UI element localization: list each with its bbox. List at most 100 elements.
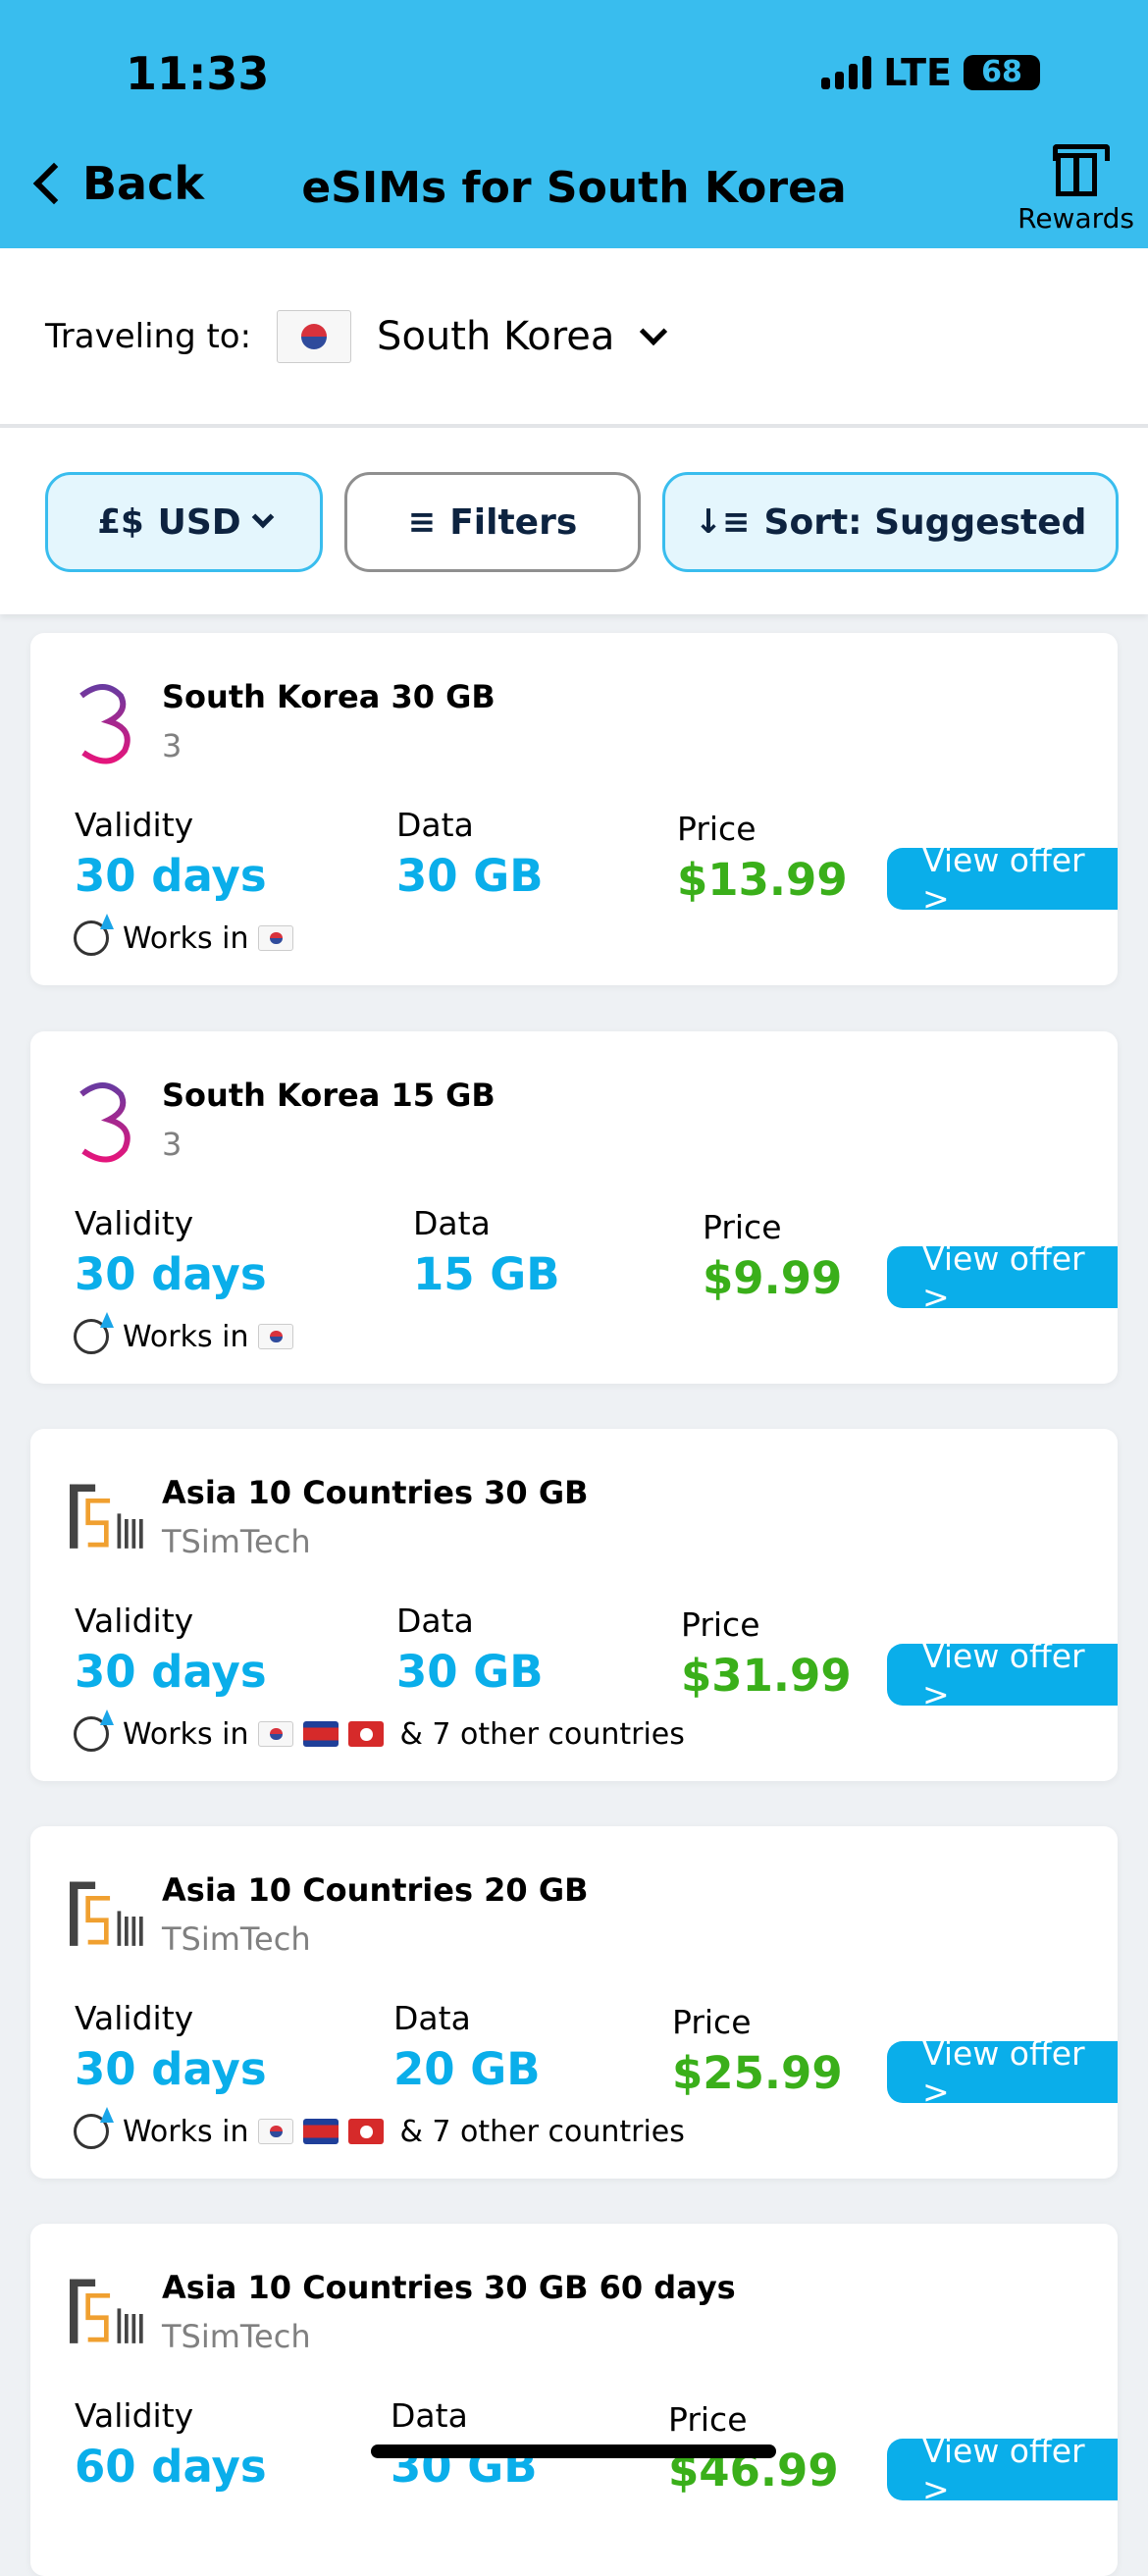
chevron-down-icon	[251, 505, 275, 529]
offer-title: Asia 10 Countries 30 GB 60 days	[162, 2269, 736, 2306]
validity-column: Validity 30 days	[75, 806, 267, 902]
data-value: 30 GB	[396, 1646, 544, 1698]
view-offer-button[interactable]: View offer >	[887, 1637, 1118, 1713]
works-in-label: Works in	[123, 920, 249, 956]
coverage-row: Works in & 7 other countries	[74, 2114, 685, 2149]
offer-card[interactable]: Asia 10 Countries 30 GB TSimTech Validity 3…	[30, 1429, 1118, 1781]
south-korea-flag-icon	[258, 2119, 294, 2144]
filters-button[interactable]: ≡ Filters	[344, 472, 641, 572]
globe-icon	[74, 2114, 109, 2149]
works-in-label: Works in	[123, 1716, 249, 1752]
offer-card[interactable]: Asia 10 Countries 20 GB TSimTech Validity 3…	[30, 1826, 1118, 2179]
tsimtech-logo	[70, 2279, 143, 2343]
coverage-row: Works in	[74, 920, 294, 956]
price-column: Price $25.99	[672, 2003, 843, 2099]
tsimtech-logo	[70, 1881, 143, 1946]
south-korea-flag-icon	[258, 925, 294, 951]
validity-column: Validity 30 days	[75, 1602, 267, 1698]
header-bar: 11:33 LTE 68 Back eSIMs for South Korea …	[0, 0, 1148, 248]
validity-value: 30 days	[75, 1248, 267, 1300]
offer-provider: TSimTech	[162, 1920, 311, 1958]
destination-selector[interactable]: Traveling to: South Korea	[0, 248, 1148, 428]
sort-icon: ↓≡	[694, 502, 751, 542]
battery-icon: 68	[964, 55, 1040, 90]
validity-label: Validity	[75, 1602, 194, 1640]
validity-label: Validity	[75, 2396, 194, 2435]
home-indicator	[371, 2445, 776, 2458]
price-value: $31.99	[681, 1650, 852, 1702]
validity-value: 30 days	[75, 2043, 267, 2095]
south-korea-flag-icon	[258, 1324, 294, 1349]
tsimtech-logo	[70, 1484, 143, 1549]
globe-icon	[74, 920, 109, 956]
validity-column: Validity 30 days	[75, 1204, 267, 1300]
status-time: 11:33	[126, 47, 270, 100]
works-in-label: Works in	[123, 1319, 249, 1354]
offer-provider: TSimTech	[162, 1523, 311, 1560]
toolbar: £$ USD ≡ Filters ↓≡ Sort: Suggested	[0, 428, 1148, 614]
rewards-button[interactable]: Rewards	[1018, 144, 1134, 235]
offer-card[interactable]: South Korea 15 GB 3 Validity 30 days Data 15 …	[30, 1031, 1118, 1384]
three-logo	[79, 684, 130, 764]
offer-title: Asia 10 Countries 20 GB	[162, 1871, 589, 1909]
network-type: LTE	[883, 51, 952, 94]
filter-icon: ≡	[407, 502, 437, 542]
globe-icon	[74, 1716, 109, 1752]
offer-card[interactable]: South Korea 30 GB 3 Validity 30 days Data 30 …	[30, 633, 1118, 985]
data-label: Data	[413, 1204, 491, 1242]
offer-provider: 3	[162, 1126, 183, 1163]
validity-column: Validity 60 days	[75, 2396, 267, 2493]
data-value: 20 GB	[393, 2043, 541, 2095]
view-offer-button[interactable]: View offer >	[887, 2034, 1118, 2111]
price-column: Price $13.99	[677, 810, 848, 906]
globe-icon	[74, 1319, 109, 1354]
currency-exchange-icon: £$	[97, 502, 144, 542]
validity-column: Validity 30 days	[75, 1999, 267, 2095]
data-column: Data 15 GB	[413, 1204, 560, 1300]
offer-card[interactable]: Asia 10 Countries 30 GB 60 days TSimTech V…	[30, 2224, 1118, 2576]
data-value: 30 GB	[396, 850, 544, 902]
data-label: Data	[396, 1602, 474, 1640]
price-label: Price	[703, 1208, 782, 1246]
hong-kong-flag-icon	[348, 1721, 385, 1747]
page-title: eSIMs for South Korea	[301, 163, 847, 213]
offer-title: South Korea 30 GB	[162, 678, 496, 715]
view-offer-button[interactable]: View offer >	[887, 1239, 1118, 1316]
validity-value: 60 days	[75, 2441, 267, 2493]
validity-value: 30 days	[75, 1646, 267, 1698]
offer-provider: TSimTech	[162, 2318, 311, 2355]
data-label: Data	[393, 1999, 471, 2037]
offer-provider: 3	[162, 727, 183, 764]
data-column: Data 30 GB	[396, 1602, 544, 1698]
price-label: Price	[672, 2003, 752, 2041]
sort-label: Sort: Suggested	[763, 501, 1087, 543]
validity-label: Validity	[75, 1204, 194, 1242]
destination-label: Traveling to:	[45, 316, 252, 356]
three-logo	[79, 1082, 130, 1163]
price-value: $25.99	[672, 2047, 843, 2099]
currency-button[interactable]: £$ USD	[45, 472, 323, 572]
south-korea-flag-icon	[277, 309, 352, 363]
works-in-label: Works in	[123, 2114, 249, 2149]
data-column: Data 30 GB	[396, 806, 544, 902]
price-value: $9.99	[703, 1252, 843, 1304]
price-label: Price	[668, 2400, 748, 2439]
sort-button[interactable]: ↓≡ Sort: Suggested	[662, 472, 1119, 572]
destination-country: South Korea	[377, 313, 615, 359]
hong-kong-flag-icon	[348, 2119, 385, 2144]
rewards-label: Rewards	[1018, 202, 1134, 235]
price-label: Price	[677, 810, 757, 848]
view-offer-button[interactable]: View offer >	[887, 2432, 1118, 2508]
price-column: Price $31.99	[681, 1605, 852, 1702]
data-label: Data	[391, 2396, 468, 2435]
validity-value: 30 days	[75, 850, 267, 902]
offer-title: Asia 10 Countries 30 GB	[162, 1474, 589, 1511]
price-column: Price $9.99	[703, 1208, 842, 1304]
coverage-row: Works in & 7 other countries	[74, 1716, 685, 1752]
view-offer-button[interactable]: View offer >	[887, 841, 1118, 918]
validity-label: Validity	[75, 1999, 194, 2037]
cambodia-flag-icon	[303, 1721, 339, 1747]
data-value: 15 GB	[413, 1248, 560, 1300]
signal-icon	[821, 56, 872, 89]
cambodia-flag-icon	[303, 2119, 339, 2144]
